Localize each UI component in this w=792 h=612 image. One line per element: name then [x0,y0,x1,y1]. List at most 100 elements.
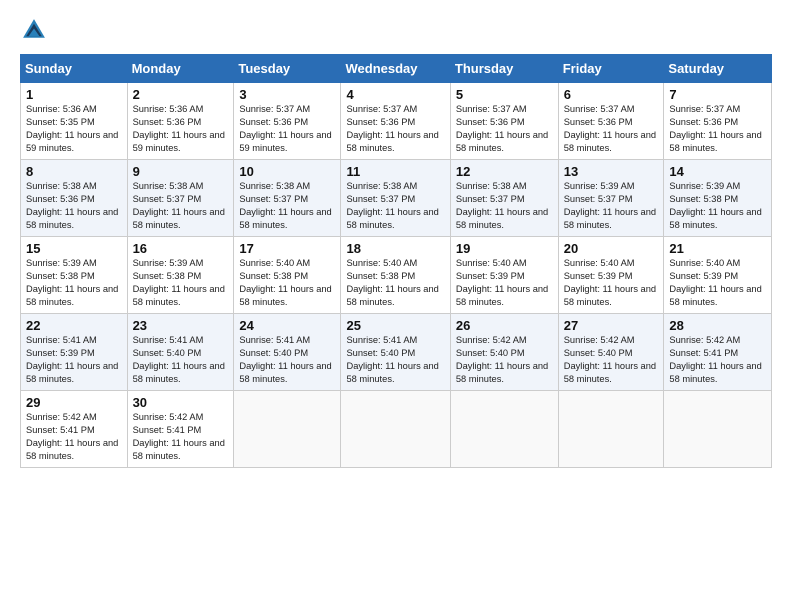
header-thursday: Thursday [450,55,558,83]
header-monday: Monday [127,55,234,83]
cell-text: Sunrise: 5:38 AMSunset: 5:37 PMDaylight:… [239,181,331,230]
cell-text: Sunrise: 5:42 AMSunset: 5:40 PMDaylight:… [456,335,548,384]
cell-text: Sunrise: 5:42 AMSunset: 5:41 PMDaylight:… [26,412,118,461]
day-number: 30 [133,395,229,410]
day-number: 8 [26,164,122,179]
day-cell-25: 25 Sunrise: 5:41 AMSunset: 5:40 PMDayligh… [341,314,450,391]
day-number: 4 [346,87,444,102]
cell-text: Sunrise: 5:37 AMSunset: 5:36 PMDaylight:… [346,104,438,153]
day-cell-24: 24 Sunrise: 5:41 AMSunset: 5:40 PMDayligh… [234,314,341,391]
cell-text: Sunrise: 5:40 AMSunset: 5:39 PMDaylight:… [564,258,656,307]
cell-text: Sunrise: 5:37 AMSunset: 5:36 PMDaylight:… [456,104,548,153]
cell-text: Sunrise: 5:41 AMSunset: 5:40 PMDaylight:… [133,335,225,384]
cell-text: Sunrise: 5:36 AMSunset: 5:36 PMDaylight:… [133,104,225,153]
day-cell-15: 15 Sunrise: 5:39 AMSunset: 5:38 PMDayligh… [21,237,128,314]
empty-cell [234,391,341,468]
day-cell-21: 21 Sunrise: 5:40 AMSunset: 5:39 PMDayligh… [664,237,772,314]
day-number: 27 [564,318,659,333]
cell-text: Sunrise: 5:39 AMSunset: 5:37 PMDaylight:… [564,181,656,230]
cell-text: Sunrise: 5:40 AMSunset: 5:38 PMDaylight:… [239,258,331,307]
week-row-5: 29 Sunrise: 5:42 AMSunset: 5:41 PMDayligh… [21,391,772,468]
day-cell-17: 17 Sunrise: 5:40 AMSunset: 5:38 PMDayligh… [234,237,341,314]
cell-text: Sunrise: 5:41 AMSunset: 5:39 PMDaylight:… [26,335,118,384]
week-row-3: 15 Sunrise: 5:39 AMSunset: 5:38 PMDayligh… [21,237,772,314]
cell-text: Sunrise: 5:42 AMSunset: 5:41 PMDaylight:… [669,335,761,384]
week-row-2: 8 Sunrise: 5:38 AMSunset: 5:36 PMDaylight… [21,160,772,237]
day-number: 10 [239,164,335,179]
cell-text: Sunrise: 5:38 AMSunset: 5:37 PMDaylight:… [346,181,438,230]
day-cell-6: 6Sunrise: 5:37 AMSunset: 5:36 PMDaylight… [558,83,664,160]
cell-text: Sunrise: 5:37 AMSunset: 5:36 PMDaylight:… [564,104,656,153]
day-number: 28 [669,318,766,333]
day-cell-27: 27 Sunrise: 5:42 AMSunset: 5:40 PMDayligh… [558,314,664,391]
cell-text: Sunrise: 5:42 AMSunset: 5:41 PMDaylight:… [133,412,225,461]
cell-text: Sunrise: 5:37 AMSunset: 5:36 PMDaylight:… [239,104,331,153]
cell-text: Sunrise: 5:42 AMSunset: 5:40 PMDaylight:… [564,335,656,384]
day-cell-30: 30 Sunrise: 5:42 AMSunset: 5:41 PMDayligh… [127,391,234,468]
day-cell-3: 3Sunrise: 5:37 AMSunset: 5:36 PMDaylight… [234,83,341,160]
cell-text: Sunrise: 5:39 AMSunset: 5:38 PMDaylight:… [26,258,118,307]
day-number: 18 [346,241,444,256]
day-number: 29 [26,395,122,410]
day-cell-2: 2 Sunrise: 5:36 AMSunset: 5:36 PMDaylight… [127,83,234,160]
empty-cell [450,391,558,468]
cell-text: Sunrise: 5:37 AMSunset: 5:36 PMDaylight:… [669,104,761,153]
day-number: 21 [669,241,766,256]
day-number: 19 [456,241,553,256]
cell-text: Sunrise: 5:40 AMSunset: 5:38 PMDaylight:… [346,258,438,307]
day-number: 23 [133,318,229,333]
day-cell-22: 22 Sunrise: 5:41 AMSunset: 5:39 PMDayligh… [21,314,128,391]
day-number: 11 [346,164,444,179]
day-cell-11: 11 Sunrise: 5:38 AMSunset: 5:37 PMDayligh… [341,160,450,237]
day-cell-28: 28 Sunrise: 5:42 AMSunset: 5:41 PMDayligh… [664,314,772,391]
day-number: 2 [133,87,229,102]
day-cell-13: 13 Sunrise: 5:39 AMSunset: 5:37 PMDayligh… [558,160,664,237]
day-number: 14 [669,164,766,179]
header-saturday: Saturday [664,55,772,83]
cell-text: Sunrise: 5:39 AMSunset: 5:38 PMDaylight:… [669,181,761,230]
cell-text: Sunrise: 5:36 AMSunset: 5:35 PMDaylight:… [26,104,118,153]
day-number: 17 [239,241,335,256]
day-cell-26: 26 Sunrise: 5:42 AMSunset: 5:40 PMDayligh… [450,314,558,391]
day-number: 15 [26,241,122,256]
day-number: 7 [669,87,766,102]
day-number: 22 [26,318,122,333]
day-cell-4: 4 Sunrise: 5:37 AMSunset: 5:36 PMDaylight… [341,83,450,160]
cell-text: Sunrise: 5:41 AMSunset: 5:40 PMDaylight:… [346,335,438,384]
cell-text: Sunrise: 5:41 AMSunset: 5:40 PMDaylight:… [239,335,331,384]
day-number: 16 [133,241,229,256]
empty-cell [558,391,664,468]
day-cell-19: 19Sunrise: 5:40 AMSunset: 5:39 PMDayligh… [450,237,558,314]
day-number: 24 [239,318,335,333]
day-cell-20: 20 Sunrise: 5:40 AMSunset: 5:39 PMDayligh… [558,237,664,314]
calendar-table: SundayMondayTuesdayWednesdayThursdayFrid… [20,54,772,468]
day-number: 5 [456,87,553,102]
day-number: 1 [26,87,122,102]
day-cell-18: 18 Sunrise: 5:40 AMSunset: 5:38 PMDayligh… [341,237,450,314]
day-cell-7: 7 Sunrise: 5:37 AMSunset: 5:36 PMDaylight… [664,83,772,160]
day-cell-29: 29 Sunrise: 5:42 AMSunset: 5:41 PMDayligh… [21,391,128,468]
day-number: 13 [564,164,659,179]
page: SundayMondayTuesdayWednesdayThursdayFrid… [0,0,792,612]
day-cell-14: 14 Sunrise: 5:39 AMSunset: 5:38 PMDayligh… [664,160,772,237]
day-number: 20 [564,241,659,256]
week-row-4: 22 Sunrise: 5:41 AMSunset: 5:39 PMDayligh… [21,314,772,391]
day-cell-16: 16Sunrise: 5:39 AMSunset: 5:38 PMDayligh… [127,237,234,314]
day-number: 25 [346,318,444,333]
day-cell-23: 23 Sunrise: 5:41 AMSunset: 5:40 PMDayligh… [127,314,234,391]
header-friday: Friday [558,55,664,83]
header-sunday: Sunday [21,55,128,83]
header-wednesday: Wednesday [341,55,450,83]
cell-text: Sunrise: 5:40 AMSunset: 5:39 PMDaylight:… [669,258,761,307]
day-cell-5: 5 Sunrise: 5:37 AMSunset: 5:36 PMDaylight… [450,83,558,160]
day-cell-9: 9Sunrise: 5:38 AMSunset: 5:37 PMDaylight… [127,160,234,237]
day-cell-1: 1 Sunrise: 5:36 AMSunset: 5:35 PMDaylight… [21,83,128,160]
day-number: 26 [456,318,553,333]
calendar-header-row: SundayMondayTuesdayWednesdayThursdayFrid… [21,55,772,83]
header-tuesday: Tuesday [234,55,341,83]
header [20,16,772,44]
day-cell-10: 10 Sunrise: 5:38 AMSunset: 5:37 PMDayligh… [234,160,341,237]
week-row-1: 1 Sunrise: 5:36 AMSunset: 5:35 PMDaylight… [21,83,772,160]
cell-text: Sunrise: 5:38 AMSunset: 5:36 PMDaylight:… [26,181,118,230]
logo [20,16,52,44]
